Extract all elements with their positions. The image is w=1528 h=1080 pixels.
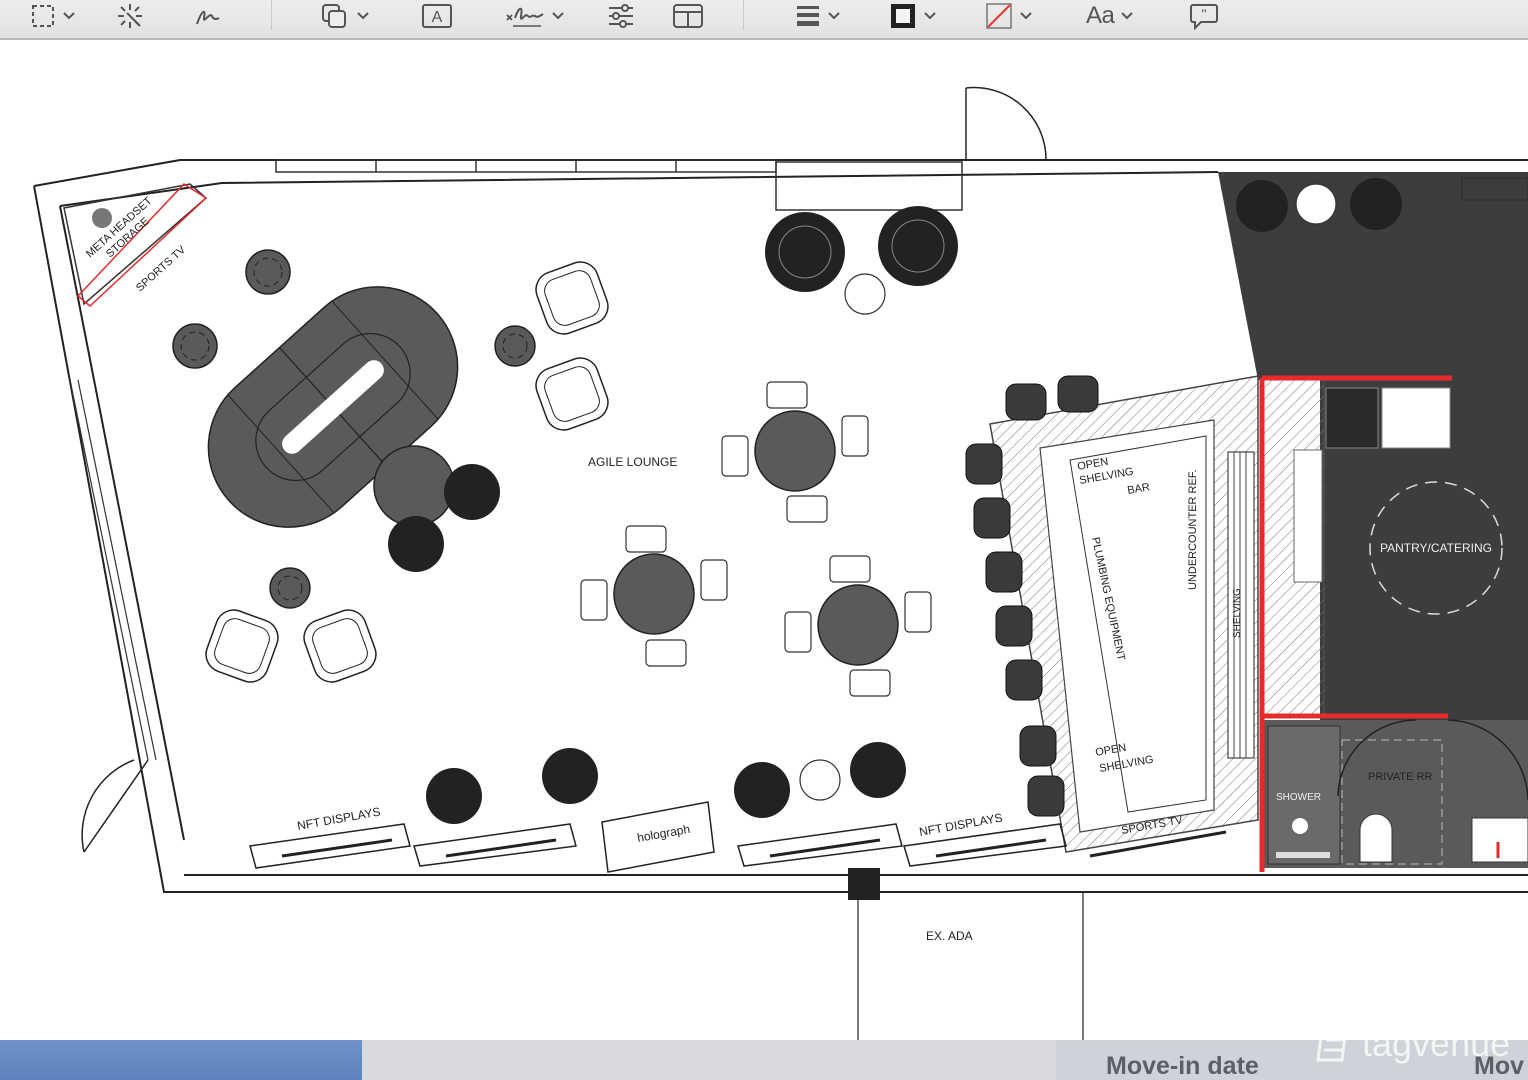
holograph-display: holograph	[601, 801, 715, 873]
adjust-color-icon	[609, 4, 633, 28]
structural-column	[848, 868, 880, 900]
adjust-size-icon	[673, 4, 703, 28]
shape-style-icon	[797, 6, 819, 26]
dining-table-3	[784, 555, 932, 697]
shapes-button[interactable]	[320, 0, 370, 32]
svg-text:": "	[1200, 6, 1207, 21]
gray-panel	[362, 1040, 1056, 1080]
private-rr-label: PRIVATE RR	[1368, 771, 1432, 783]
chevron-down-icon	[924, 12, 936, 20]
dining-table-2	[580, 525, 728, 667]
chevron-down-icon	[552, 12, 564, 20]
signature-icon	[506, 7, 544, 27]
border-color-icon	[891, 4, 915, 28]
selection-tool-button[interactable]	[30, 0, 76, 32]
chevron-down-icon	[357, 12, 369, 20]
watermark-text: tagvenue	[1362, 1023, 1511, 1064]
description-icon: "	[1190, 4, 1218, 30]
ex-ada-label: EX. ADA	[926, 929, 973, 943]
bottom-bar: Move-in date Mov	[0, 1040, 1528, 1080]
chevron-down-icon	[1121, 12, 1134, 20]
tagvenue-logo-icon	[1316, 1026, 1348, 1062]
toolbar-divider	[743, 0, 744, 30]
instant-alpha-button[interactable]	[116, 0, 144, 32]
pantry-catering-label: PANTRY/CATERING	[1380, 541, 1492, 555]
rectangular-selection-icon	[32, 5, 54, 27]
shapes-icon	[322, 4, 346, 28]
chevron-down-icon	[63, 12, 75, 20]
adjust-color-button[interactable]	[607, 0, 635, 32]
agile-lounge-label: AGILE LOUNGE	[588, 455, 677, 469]
text-style-button[interactable]: Aa	[1086, 0, 1134, 32]
move-in-date-label[interactable]: Move-in date	[1106, 1052, 1259, 1080]
description-button[interactable]: "	[1189, 0, 1219, 32]
text-box-icon: A	[422, 4, 452, 28]
tagvenue-watermark: tagvenue	[1312, 1022, 1510, 1066]
sports-tv-left-label: SPORTS TV	[134, 243, 189, 294]
svg-text:A: A	[432, 9, 443, 26]
document-canvas: META HEADSET STORAGE SPORTS TV AGILE LOU…	[0, 40, 1528, 1040]
shower-label: SHOWER	[1276, 792, 1321, 803]
floor-plan: META HEADSET STORAGE SPORTS TV AGILE LOU…	[33, 86, 1528, 1040]
signature-button[interactable]	[505, 0, 565, 32]
toolbar-divider	[271, 0, 272, 30]
chevron-down-icon	[828, 12, 840, 20]
border-color-button[interactable]	[889, 0, 937, 32]
sketch-icon	[196, 10, 220, 25]
text-style-icon: Aa	[1086, 2, 1115, 29]
text-box-button[interactable]: A	[421, 0, 453, 32]
blue-panel	[0, 1040, 362, 1080]
shelving-vertical-label: SHELVING	[1232, 588, 1243, 638]
sketch-button[interactable]	[194, 0, 222, 32]
instant-alpha-icon	[118, 4, 142, 28]
fill-color-icon	[986, 3, 1012, 29]
chevron-down-icon	[1020, 12, 1032, 20]
dining-table-1	[721, 381, 869, 523]
adjust-size-button[interactable]	[672, 0, 704, 32]
nft-displays-right-label: NFT DISPLAYS	[918, 811, 1003, 839]
markup-toolbar: A Aa "	[0, 0, 1528, 40]
undercounter-ref-label: UNDERCOUNTER REF.	[1187, 470, 1199, 590]
shape-style-button[interactable]	[795, 0, 841, 32]
fill-color-button[interactable]	[985, 0, 1033, 32]
